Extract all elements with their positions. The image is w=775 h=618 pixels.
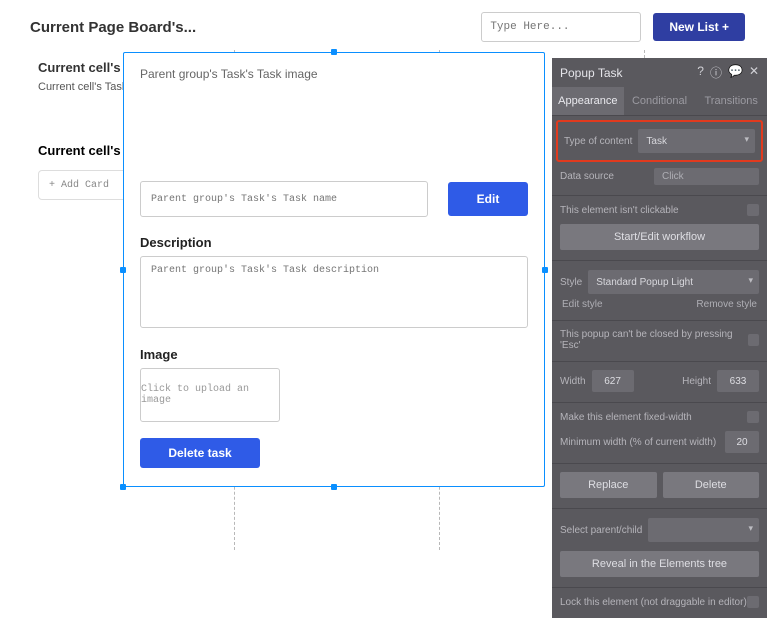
help-icon[interactable]: ? bbox=[697, 64, 704, 81]
image-upload[interactable]: Click to upload an image bbox=[140, 368, 280, 422]
style-label: Style bbox=[560, 277, 582, 288]
lock-checkbox[interactable] bbox=[747, 596, 759, 608]
data-source-value[interactable]: Click bbox=[654, 168, 759, 185]
data-source-label: Data source bbox=[560, 171, 614, 182]
inspector-panel: Popup Task ? ⓘ 💬 ✕ Appearance Conditiona… bbox=[552, 58, 767, 618]
new-list-button[interactable]: New List + bbox=[653, 13, 745, 41]
type-of-content-label: Type of content bbox=[564, 136, 632, 147]
resize-handle-bottom-left[interactable] bbox=[120, 484, 126, 490]
description-heading: Description bbox=[140, 235, 528, 250]
page-title: Current Page Board's... bbox=[30, 19, 469, 36]
tab-conditional[interactable]: Conditional bbox=[624, 87, 696, 115]
reveal-button[interactable]: Reveal in the Elements tree bbox=[560, 551, 759, 577]
comment-icon[interactable]: 💬 bbox=[728, 64, 743, 81]
not-clickable-label: This element isn't clickable bbox=[560, 205, 679, 216]
height-label: Height bbox=[682, 376, 711, 387]
width-input[interactable] bbox=[592, 370, 634, 392]
fixed-width-checkbox[interactable] bbox=[747, 411, 759, 423]
height-input[interactable] bbox=[717, 370, 759, 392]
description-input[interactable] bbox=[140, 256, 528, 328]
task-name-input[interactable] bbox=[140, 181, 428, 217]
resize-handle-bottom[interactable] bbox=[331, 484, 337, 490]
resize-handle-top[interactable] bbox=[331, 49, 337, 55]
resize-handle-right[interactable] bbox=[542, 267, 548, 273]
tab-appearance[interactable]: Appearance bbox=[552, 87, 624, 115]
task-image-label: Parent group's Task's Task image bbox=[140, 67, 528, 81]
fixed-width-label: Make this element fixed-width bbox=[560, 412, 692, 423]
info-icon[interactable]: ⓘ bbox=[710, 64, 722, 81]
esc-checkbox[interactable] bbox=[748, 334, 759, 346]
min-width-label: Minimum width (% of current width) bbox=[560, 437, 716, 448]
replace-button[interactable]: Replace bbox=[560, 472, 657, 498]
select-parent-label: Select parent/child bbox=[560, 525, 642, 536]
lock-label: Lock this element (not draggable in edit… bbox=[560, 597, 747, 608]
popup-task-element[interactable]: Parent group's Task's Task image Edit De… bbox=[123, 52, 545, 487]
remove-style-link[interactable]: Remove style bbox=[696, 299, 757, 310]
resize-handle-left[interactable] bbox=[120, 267, 126, 273]
min-width-input[interactable] bbox=[725, 431, 759, 453]
image-heading: Image bbox=[140, 347, 528, 362]
start-edit-workflow-button[interactable]: Start/Edit workflow bbox=[560, 224, 759, 250]
style-select[interactable]: Standard Popup Light bbox=[588, 270, 759, 294]
edit-button[interactable]: Edit bbox=[448, 182, 528, 216]
tab-transitions[interactable]: Transitions bbox=[695, 87, 767, 115]
close-icon[interactable]: ✕ bbox=[749, 64, 759, 81]
width-label: Width bbox=[560, 376, 586, 387]
select-parent-select[interactable] bbox=[648, 518, 759, 542]
delete-task-button[interactable]: Delete task bbox=[140, 438, 260, 468]
type-of-content-select[interactable]: Task bbox=[638, 129, 755, 153]
inspector-title: Popup Task bbox=[560, 66, 697, 80]
not-clickable-checkbox[interactable] bbox=[747, 204, 759, 216]
delete-button[interactable]: Delete bbox=[663, 472, 760, 498]
esc-note-label: This popup can't be closed by pressing '… bbox=[560, 329, 748, 351]
type-here-input[interactable] bbox=[481, 12, 641, 42]
edit-style-link[interactable]: Edit style bbox=[562, 299, 603, 310]
